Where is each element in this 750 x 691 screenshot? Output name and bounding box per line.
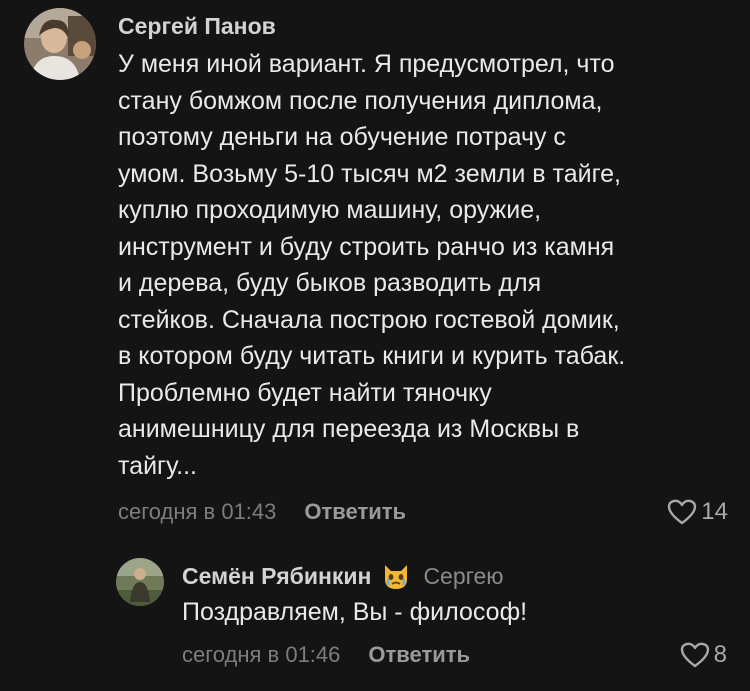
avatar[interactable] (116, 558, 164, 606)
heart-icon (668, 499, 697, 525)
like-count: 8 (713, 640, 727, 668)
comment-meta: сегодня в 01:46 Ответить 8 (182, 635, 727, 675)
reply-to-name[interactable]: Сергею (423, 563, 503, 590)
author-name[interactable]: Семён Рябинкин (182, 563, 371, 590)
crying-cat-emoji-icon (381, 561, 411, 591)
comment-text: У меня иной вариант. Я предусмотрел, что… (118, 50, 626, 480)
comment-body: Семён Рябинкин Сергею Поздравляем, Вы - … (182, 558, 727, 675)
comment-meta: сегодня в 01:43 Ответить 14 (118, 492, 728, 532)
like-button[interactable]: 14 (667, 492, 728, 532)
comment-date[interactable]: сегодня в 01:46 (182, 642, 340, 668)
author-row: Семён Рябинкин Сергею (182, 558, 727, 594)
like-button[interactable]: 8 (680, 635, 727, 675)
like-count: 14 (701, 498, 728, 525)
author-name[interactable]: Сергей Панов (118, 13, 276, 40)
comment-body: Сергей Панов У меня иной вариант. Я пред… (118, 8, 728, 532)
avatar-photo-icon (24, 8, 96, 80)
avatar-photo-icon (116, 558, 164, 606)
comment-date[interactable]: сегодня в 01:43 (118, 499, 276, 525)
reply-button[interactable]: Ответить (368, 642, 470, 668)
reply-button[interactable]: Ответить (304, 499, 406, 525)
author-row: Сергей Панов (118, 8, 728, 44)
comment-text: Поздравляем, Вы - философ! (182, 598, 528, 626)
avatar[interactable] (24, 8, 96, 80)
heart-icon (680, 642, 709, 667)
